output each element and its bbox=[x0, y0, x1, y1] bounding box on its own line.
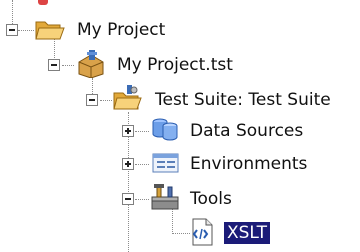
tree-guide bbox=[12, 0, 13, 24]
tree-guide bbox=[135, 131, 149, 132]
tree-node-label-selected[interactable]: XSLT bbox=[224, 222, 270, 244]
tree-node-label[interactable]: My Project bbox=[77, 19, 165, 41]
project-tree: My Project My Project.tst Test Suite: Te… bbox=[0, 0, 360, 252]
tree-guide bbox=[18, 30, 34, 31]
tree-guide bbox=[135, 199, 149, 200]
tree-node-label[interactable]: Test Suite: Test Suite bbox=[155, 89, 331, 111]
xslt-document-icon bbox=[190, 218, 216, 250]
database-icon bbox=[150, 116, 180, 146]
collapse-toggle-my-project[interactable] bbox=[6, 24, 18, 36]
tree-guide bbox=[135, 164, 149, 165]
collapse-toggle-test-suite[interactable] bbox=[86, 94, 98, 106]
expand-toggle-data-sources[interactable] bbox=[122, 125, 134, 137]
expand-toggle-environments[interactable] bbox=[122, 158, 134, 170]
tree-node-label[interactable]: Data Sources bbox=[190, 120, 303, 142]
partial-item-icon bbox=[38, 0, 48, 5]
environment-window-icon bbox=[152, 152, 180, 178]
collapse-toggle-project-tst[interactable] bbox=[48, 59, 60, 71]
tree-node-label[interactable]: Environments bbox=[190, 153, 307, 175]
tree-guide bbox=[100, 100, 112, 101]
toolbox-icon bbox=[150, 183, 182, 215]
tree-guide bbox=[62, 65, 74, 66]
folder-open-icon bbox=[34, 18, 66, 46]
collapse-toggle-tools[interactable] bbox=[122, 193, 134, 205]
project-tools-icon bbox=[75, 50, 109, 82]
tree-guide bbox=[172, 233, 190, 234]
tree-node-label[interactable]: Tools bbox=[190, 188, 232, 210]
tree-node-label[interactable]: My Project.tst bbox=[117, 54, 233, 76]
test-suite-folder-icon bbox=[112, 85, 144, 115]
